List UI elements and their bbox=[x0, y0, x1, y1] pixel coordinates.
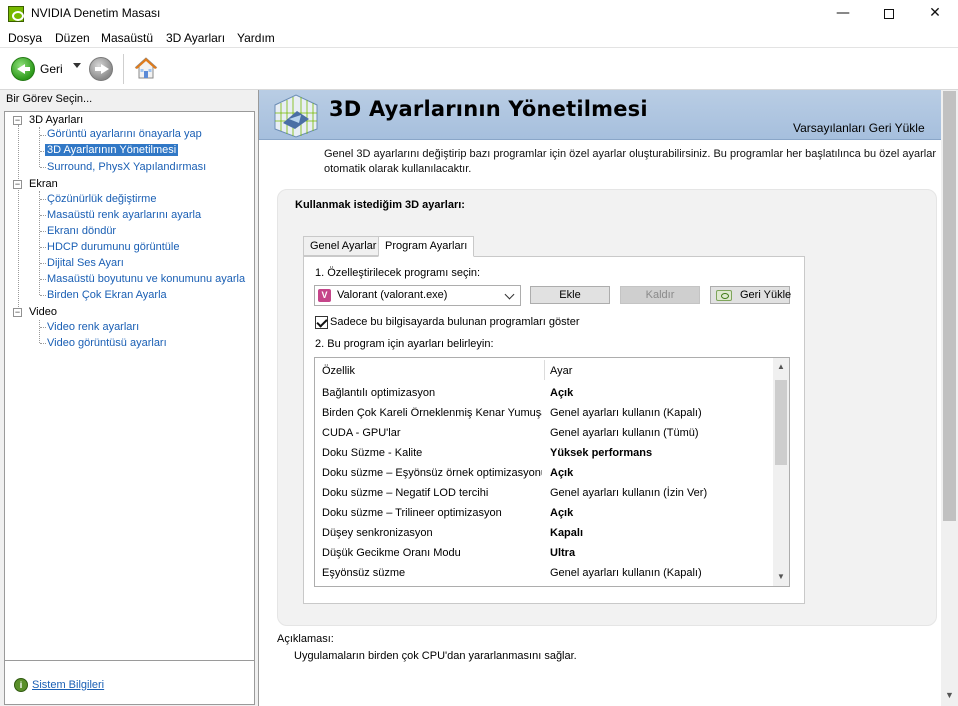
page-scrollbar-thumb[interactable] bbox=[943, 91, 956, 521]
restore-defaults-link[interactable]: Varsayılanları Geri Yükle bbox=[793, 121, 925, 135]
page-description: Genel 3D ayarlarını değiştirip bazı prog… bbox=[324, 148, 936, 175]
column-header-feature[interactable]: Özellik bbox=[322, 365, 355, 377]
close-button[interactable]: ✕ bbox=[912, 0, 958, 28]
menu-edit[interactable]: Düzen bbox=[55, 31, 90, 45]
show-only-installed-checkbox[interactable] bbox=[315, 316, 328, 329]
3d-settings-icon bbox=[274, 94, 318, 138]
tree-connector bbox=[40, 263, 46, 264]
maximize-icon bbox=[884, 9, 894, 19]
page-title: 3D Ayarlarının Yönetilmesi bbox=[329, 97, 648, 121]
tree-category-display[interactable]: Ekran bbox=[29, 178, 58, 190]
tree-collapse-icon[interactable]: − bbox=[13, 308, 22, 317]
table-scroll-down-icon[interactable]: ▼ bbox=[773, 570, 789, 584]
tree-connector bbox=[18, 125, 19, 313]
table-row-feature[interactable]: Doku süzme – Negatif LOD tercihi bbox=[322, 487, 542, 499]
tree-item-desktop-color[interactable]: Masaüstü renk ayarlarını ayarla bbox=[47, 209, 201, 221]
tree-item-video-color[interactable]: Video renk ayarları bbox=[47, 321, 139, 333]
toolbar-separator bbox=[123, 54, 124, 84]
tree-item-image-presets[interactable]: Görüntü ayarlarını önayarla yap bbox=[47, 128, 202, 140]
table-row-feature[interactable]: Doku süzme – Trilineer optimizasyon bbox=[322, 507, 542, 519]
table-row-value[interactable]: Genel ayarları kullanın (İzin Ver) bbox=[550, 487, 707, 499]
tree-connector bbox=[40, 247, 46, 248]
tree-connector bbox=[40, 343, 46, 344]
minimize-button[interactable]: — bbox=[820, 0, 866, 28]
tab-global-settings[interactable]: Genel Ayarlar bbox=[303, 236, 384, 256]
program-select-value[interactable]: Valorant (valorant.exe) bbox=[337, 289, 447, 301]
tree-collapse-icon[interactable]: − bbox=[13, 180, 22, 189]
explanation-text: Uygulamaların birden çok CPU'dan yararla… bbox=[294, 650, 577, 662]
show-only-installed-label[interactable]: Sadece bu bilgisayarda bulunan programla… bbox=[330, 316, 580, 328]
tree-item-desktop-size[interactable]: Masaüstü boyutunu ve konumunu ayarla bbox=[47, 273, 245, 285]
tree-connector bbox=[39, 127, 40, 167]
table-row-feature[interactable]: Düşük Gecikme Oranı Modu bbox=[322, 547, 542, 559]
tree-connector bbox=[40, 199, 46, 200]
table-row-value[interactable]: Ultra bbox=[550, 547, 575, 559]
table-row-feature[interactable]: Düşey senkronizasyon bbox=[322, 527, 542, 539]
table-row-feature[interactable]: Eşyönsüz süzme bbox=[322, 567, 542, 579]
tab-program-settings[interactable]: Program Ayarları bbox=[378, 236, 475, 257]
table-row-value[interactable]: Açık bbox=[550, 507, 573, 519]
tree-connector bbox=[40, 215, 46, 216]
back-history-dropdown-icon[interactable] bbox=[73, 63, 81, 68]
tree-item-multi-display[interactable]: Birden Çok Ekran Ayarla bbox=[47, 289, 167, 301]
back-button-label[interactable]: Geri bbox=[40, 62, 63, 76]
table-row-value[interactable]: Açık bbox=[550, 467, 573, 479]
menu-help[interactable]: Yardım bbox=[237, 31, 275, 45]
system-info-icon[interactable]: i bbox=[14, 678, 28, 692]
table-row-value[interactable]: Açık bbox=[550, 387, 573, 399]
tree-item-digital-audio[interactable]: Dijital Ses Ayarı bbox=[47, 257, 124, 269]
home-icon[interactable] bbox=[134, 56, 158, 80]
tree-connector bbox=[39, 320, 40, 343]
back-arrow-icon[interactable] bbox=[11, 57, 35, 81]
tree-item-video-image[interactable]: Video görüntüsü ayarları bbox=[47, 337, 167, 349]
tree-connector bbox=[40, 295, 46, 296]
table-row-feature[interactable]: Bağlantılı optimizasyon bbox=[322, 387, 542, 399]
nvidia-app-icon bbox=[8, 6, 24, 22]
table-row-value[interactable]: Genel ayarları kullanın (Kapalı) bbox=[550, 407, 702, 419]
tree-item-rotate-display[interactable]: Ekranı döndür bbox=[47, 225, 116, 237]
table-scroll-up-icon[interactable]: ▲ bbox=[773, 360, 789, 374]
table-row-value[interactable]: Genel ayarları kullanın (Kapalı) bbox=[550, 567, 702, 579]
add-program-button[interactable]: Ekle bbox=[530, 286, 610, 304]
table-row-value[interactable]: Genel ayarları kullanın (Tümü) bbox=[550, 427, 699, 439]
restore-program-label[interactable]: Geri Yükle bbox=[740, 289, 791, 301]
maximize-button[interactable] bbox=[866, 0, 912, 28]
menu-desktop[interactable]: Masaüstü bbox=[101, 31, 153, 45]
table-row-feature[interactable]: Doku süzme – Eşyönsüz örnek optimizasyon… bbox=[322, 467, 542, 479]
explanation-label: Açıklaması: bbox=[277, 633, 334, 645]
tree-connector bbox=[40, 167, 46, 168]
scroll-down-arrow-icon[interactable]: ▼ bbox=[943, 690, 956, 704]
table-scrollbar-thumb[interactable] bbox=[775, 380, 787, 465]
table-row-feature[interactable]: CUDA - GPU'lar bbox=[322, 427, 542, 439]
forward-arrow-icon[interactable] bbox=[89, 57, 113, 81]
settings-group-title: Kullanmak istediğim 3D ayarları: bbox=[295, 199, 465, 211]
nvidia-restore-icon bbox=[716, 290, 732, 301]
column-separator bbox=[544, 360, 545, 380]
menu-file[interactable]: Dosya bbox=[8, 31, 42, 45]
table-row-value[interactable]: Yüksek performans bbox=[550, 447, 652, 459]
tree-connector bbox=[40, 135, 46, 136]
tree-connector bbox=[40, 279, 46, 280]
table-row-feature[interactable]: Birden Çok Kareli Örneklenmiş Kenar Yumu… bbox=[322, 407, 542, 419]
tree-category-video[interactable]: Video bbox=[29, 306, 57, 318]
step1-label: 1. Özelleştirilecek programı seçin: bbox=[315, 267, 481, 279]
step2-label: 2. Bu program için ayarları belirleyin: bbox=[315, 338, 494, 350]
remove-program-button[interactable]: Kaldır bbox=[620, 286, 700, 304]
menu-3d-settings[interactable]: 3D Ayarları bbox=[166, 31, 225, 45]
task-select-header: Bir Görev Seçin... bbox=[6, 93, 93, 105]
column-header-setting[interactable]: Ayar bbox=[550, 365, 572, 377]
tree-item-hdcp-status[interactable]: HDCP durumunu görüntüle bbox=[47, 241, 179, 253]
window-title: NVIDIA Denetim Masası bbox=[31, 6, 161, 20]
table-row-feature[interactable]: Doku Süzme - Kalite bbox=[322, 447, 542, 459]
table-row-value[interactable]: Kapalı bbox=[550, 527, 583, 539]
system-info-link[interactable]: Sistem Bilgileri bbox=[32, 679, 104, 691]
tree-collapse-icon[interactable]: − bbox=[13, 116, 22, 125]
valorant-icon: V bbox=[318, 289, 331, 302]
tree-item-resolution[interactable]: Çözünürlük değiştirme bbox=[47, 193, 156, 205]
tree-item-manage-3d[interactable]: 3D Ayarlarının Yönetilmesi bbox=[45, 144, 179, 156]
tree-item-surround-physx[interactable]: Surround, PhysX Yapılandırması bbox=[47, 161, 206, 173]
tree-connector bbox=[40, 231, 46, 232]
tree-connector bbox=[40, 327, 46, 328]
tree-category-3d[interactable]: 3D Ayarları bbox=[29, 114, 83, 126]
